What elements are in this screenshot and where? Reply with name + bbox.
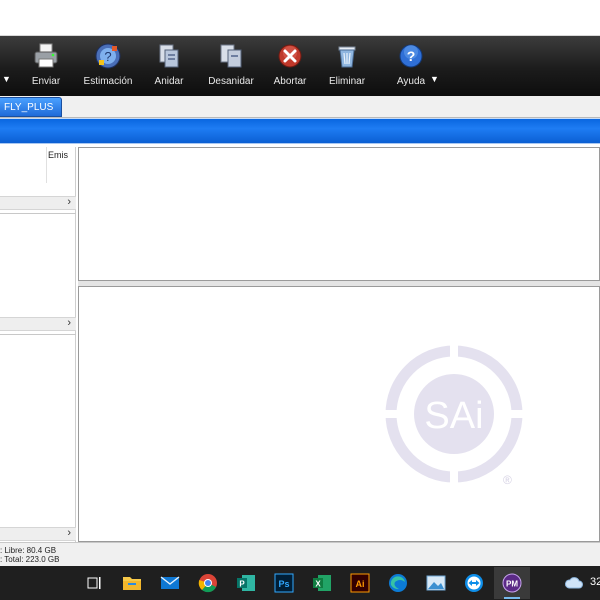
unnest-button[interactable]: Desanidar [204, 36, 258, 96]
printer-icon [31, 41, 61, 71]
disk-free-text: : Libre: 80.4 GB [0, 546, 57, 555]
file-explorer-icon[interactable] [120, 571, 144, 595]
teamviewer-icon[interactable] [462, 571, 486, 595]
preview-panel[interactable]: SAi ® [78, 286, 600, 542]
watermark-text: SAi [424, 395, 483, 437]
trash-bin-icon [332, 41, 362, 71]
send-button[interactable]: Enviar [20, 36, 72, 96]
toolbar-dropdown-caret[interactable]: ▼ [0, 36, 14, 96]
unnest-document-icon [216, 41, 246, 71]
job-list-panel[interactable] [78, 147, 600, 281]
svg-text:P: P [239, 580, 245, 589]
abort-x-icon [275, 41, 305, 71]
help-question-icon: ? [396, 41, 426, 71]
estimate-button-label: Estimación [83, 76, 133, 87]
section-bar-2[interactable]: › [0, 317, 76, 331]
title-bar [0, 0, 600, 36]
mail-icon[interactable] [158, 571, 182, 595]
windows-taskbar: P Ps X Ai PM 32 [0, 566, 600, 600]
nest-button[interactable]: Anidar [146, 36, 192, 96]
help-dropdown-caret[interactable]: ▼ [428, 36, 442, 96]
chevron-right-icon[interactable]: › [67, 527, 71, 539]
chevron-right-icon[interactable]: › [67, 196, 71, 208]
send-button-label: Enviar [31, 76, 61, 87]
sai-logo-watermark: SAi ® [379, 339, 529, 489]
status-bar: : Libre: 80.4 GB : Total: 223.0 GB [0, 542, 600, 566]
svg-text:?: ? [104, 49, 111, 64]
svg-text:PM: PM [506, 580, 518, 589]
left-pane: Emis › › › [0, 147, 76, 542]
estimate-button[interactable]: ? Estimación [80, 36, 136, 96]
edge-icon[interactable] [386, 571, 410, 595]
tab-strip: FLY_PLUS [0, 96, 600, 118]
nest-document-icon [154, 41, 184, 71]
registered-mark: ® [503, 473, 512, 487]
photoshop-icon[interactable]: Ps [272, 571, 296, 595]
chevron-right-icon[interactable]: › [67, 317, 71, 329]
application-window: ▼ Enviar ? Estimación Anidar Desanidar A… [0, 0, 600, 600]
photos-icon[interactable] [424, 571, 448, 595]
help-button[interactable]: ? Ayuda [392, 36, 430, 96]
illustrator-icon[interactable]: Ai [348, 571, 372, 595]
svg-text:?: ? [407, 48, 416, 64]
disk-total-text: : Total: 223.0 GB [0, 555, 60, 564]
chevron-down-icon: ▼ [2, 74, 11, 84]
divider-line [0, 334, 76, 335]
tab-label: FLY_PLUS [4, 102, 54, 113]
help-button-label: Ayuda [396, 76, 426, 87]
column-separator [46, 147, 47, 183]
chrome-icon[interactable] [196, 571, 220, 595]
delete-button[interactable]: Eliminar [324, 36, 370, 96]
section-bar-3[interactable]: › [0, 527, 76, 541]
nest-button-label: Anidar [154, 76, 184, 87]
abort-button-label: Abortar [273, 76, 307, 87]
publisher-icon[interactable]: P [234, 571, 258, 595]
task-view-icon[interactable] [82, 571, 106, 595]
delete-button-label: Eliminar [328, 76, 366, 87]
queue-header-bar [0, 118, 600, 144]
svg-text:Ps: Ps [278, 579, 289, 589]
column-header-emission[interactable]: Emis [48, 150, 68, 160]
abort-button[interactable]: Abortar [268, 36, 312, 96]
svg-text:Ai: Ai [356, 579, 365, 589]
excel-icon[interactable]: X [310, 571, 334, 595]
clock-text[interactable]: 32 [590, 576, 600, 588]
main-toolbar: ▼ Enviar ? Estimación Anidar Desanidar A… [0, 36, 600, 96]
pm-app-icon[interactable]: PM [494, 567, 530, 599]
chevron-down-icon: ▼ [430, 74, 439, 84]
divider-line [0, 213, 76, 214]
estimate-globe-icon: ? [93, 41, 123, 71]
section-bar-1[interactable]: › [0, 196, 76, 210]
weather-icon[interactable] [562, 571, 586, 595]
unnest-button-label: Desanidar [208, 76, 254, 87]
tab-fly-plus[interactable]: FLY_PLUS [0, 97, 62, 117]
svg-text:X: X [315, 580, 321, 589]
